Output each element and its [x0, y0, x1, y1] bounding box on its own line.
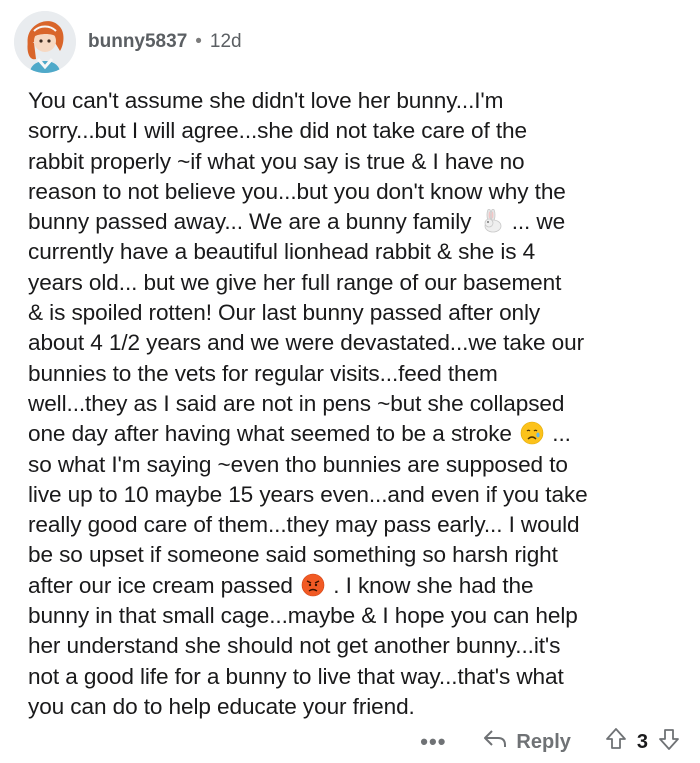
comment-age: 12d: [209, 31, 242, 52]
comment-text: ... we: [511, 209, 566, 235]
separator-dot: •: [195, 31, 202, 52]
comment-line: not a good life for a bunny to live that…: [28, 663, 564, 689]
comment-line: about 4 1/2 years and we were devastated…: [28, 330, 585, 356]
angry-face-emoji-icon: [301, 573, 325, 597]
comment-body: You can't assume she didn't love her bun…: [28, 86, 688, 722]
comment-line: reason to not believe you...but you don'…: [28, 178, 566, 204]
sad-face-emoji-icon: [520, 421, 544, 445]
comment-line: well...they as I said are not in pens ~b…: [28, 390, 565, 416]
comment-text: . I know she had the: [333, 572, 534, 598]
comment-line: rabbit properly ~if what you say is true…: [28, 148, 525, 174]
reply-button[interactable]: Reply: [482, 728, 571, 756]
comment-header: bunny5837 • 12d: [14, 8, 242, 76]
comment-line: so what I'm saying ~even tho bunnies are…: [28, 451, 568, 477]
reply-label: Reply: [516, 730, 571, 753]
comment-text: ...: [552, 421, 571, 447]
more-options-button[interactable]: •••: [420, 729, 446, 755]
comment-line: sorry...but I will agree...she did not t…: [28, 118, 527, 144]
rabbit-emoji-icon: [480, 208, 504, 233]
reply-arrow-icon: [482, 728, 508, 756]
avatar-icon: [14, 11, 76, 73]
comment-line: you can do to help educate your friend.: [28, 693, 415, 719]
comment-line: be so upset if someone said something so…: [28, 542, 558, 568]
comment-line: after our ice cream passed . I know she …: [28, 571, 688, 601]
comment-line: one day after having what seemed to be a…: [28, 419, 688, 449]
comment-line: live up to 10 maybe 15 years even...and …: [28, 481, 588, 507]
upvote-arrow-icon[interactable]: [605, 727, 627, 757]
avatar[interactable]: [14, 11, 76, 73]
comment-line: bunny passed away... We are a bunny fami…: [28, 207, 688, 237]
username[interactable]: bunny5837: [88, 31, 187, 53]
comment-line: bunnies to the vets for regular visits..…: [28, 360, 498, 386]
comment-line: You can't assume she didn't love her bun…: [28, 88, 504, 113]
comment-line: her understand she should not get anothe…: [28, 633, 561, 659]
vote-controls: 3: [605, 727, 680, 757]
comment-line: really good care of them...they may pass…: [28, 512, 580, 538]
downvote-arrow-icon[interactable]: [658, 727, 680, 757]
comment-actions: ••• Reply 3: [420, 725, 680, 759]
comment-text: one day after having what seemed to be a…: [28, 421, 512, 447]
comment-line: currently have a beautiful lionhead rabb…: [28, 239, 536, 265]
comment-line: & is spoiled rotten! Our last bunny pass…: [28, 300, 541, 326]
vote-score: 3: [636, 730, 648, 753]
comment-line: bunny in that small cage...maybe & I hop…: [28, 603, 578, 629]
comment-text: bunny passed away... We are a bunny fami…: [28, 209, 472, 235]
comment-line: years old... but we give her full range …: [28, 269, 562, 295]
comment-text: after our ice cream passed: [28, 572, 293, 598]
comment-meta: bunny5837 • 12d: [88, 31, 242, 53]
